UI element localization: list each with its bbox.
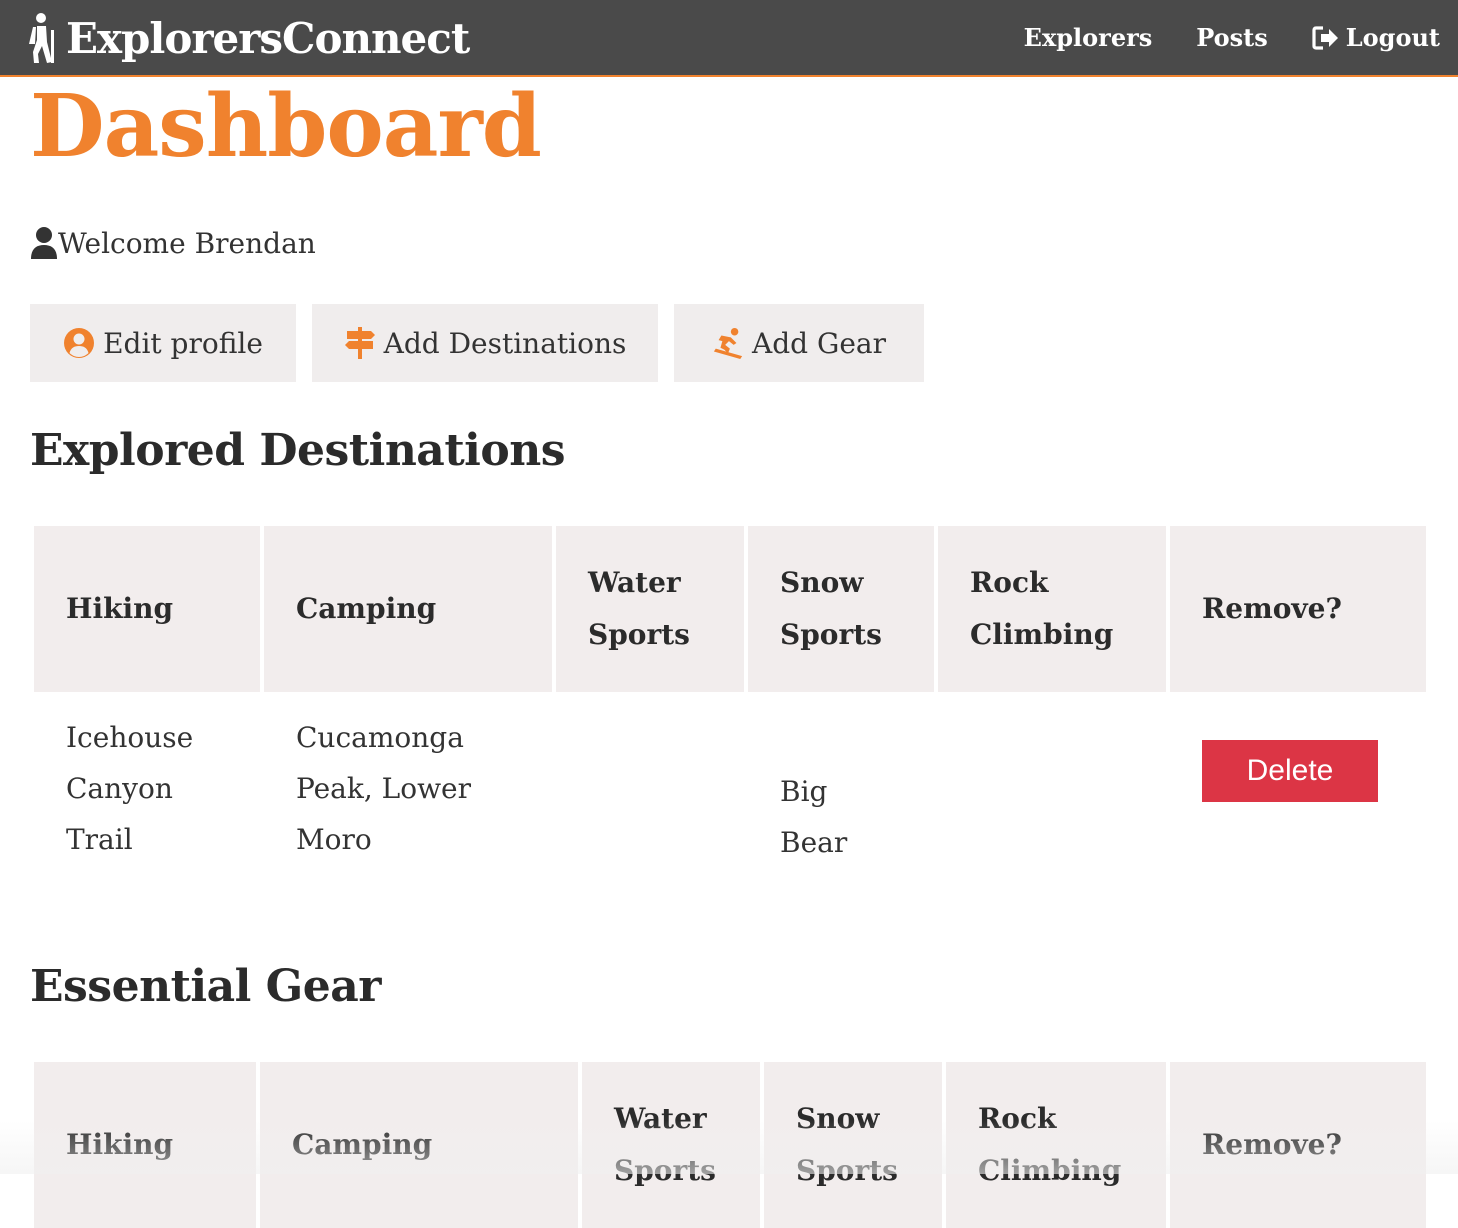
welcome-message: Welcome Brendan (30, 226, 316, 260)
table-header-row: Hiking Camping Water Sports Snow Sports … (34, 526, 1426, 692)
cell-camping: Cucamonga Peak, Lower Moro (296, 721, 471, 856)
cell-remove: Delete (1170, 692, 1426, 922)
table-header-row: Hiking Camping Water Sports Snow Sports … (34, 1062, 1426, 1228)
column-header-hiking: Hiking (34, 526, 260, 692)
column-header-remove: Remove? (1170, 1062, 1426, 1228)
cell-snow-sports: Big Bear (780, 775, 848, 859)
nav-logout-link[interactable]: Logout (1312, 23, 1440, 52)
sign-out-icon (1312, 25, 1338, 50)
column-header-snow-sports: Snow Sports (764, 1062, 942, 1228)
column-header-water-sports: Water Sports (556, 526, 744, 692)
table-row: Icehouse Canyon Trail Cucamonga Peak, Lo… (34, 692, 1426, 922)
hiker-icon (29, 13, 54, 63)
nav-explorers-label: Explorers (1023, 23, 1153, 52)
essential-gear-heading: Essential Gear (30, 961, 381, 1012)
brand-name: ExplorersConnect (66, 13, 470, 63)
edit-profile-button[interactable]: Edit profile (30, 304, 296, 382)
cell-rock-climbing (938, 692, 1166, 922)
user-icon (31, 227, 57, 259)
nav-logout-label: Logout (1345, 23, 1440, 52)
add-destinations-button[interactable]: Add Destinations (312, 304, 658, 382)
gear-table: Hiking Camping Water Sports Snow Sports … (30, 1062, 1430, 1228)
user-circle-icon (64, 328, 95, 358)
nav-posts-label: Posts (1196, 23, 1268, 52)
add-gear-button[interactable]: Add Gear (674, 304, 924, 382)
nav-explorers-link[interactable]: Explorers (1024, 23, 1153, 52)
cell-hiking: Icehouse Canyon Trail (66, 721, 194, 856)
column-header-remove: Remove? (1170, 526, 1426, 692)
action-buttons: Edit profile Add Destinations Add Gear (30, 304, 940, 382)
brand-link[interactable]: ExplorersConnect (20, 10, 470, 66)
explored-destinations-heading: Explored Destinations (30, 425, 565, 476)
add-destinations-label: Add Destinations (383, 326, 627, 360)
add-gear-label: Add Gear (752, 326, 886, 360)
nav-posts-link[interactable]: Posts (1196, 23, 1268, 52)
column-header-water-sports: Water Sports (582, 1062, 760, 1228)
edit-profile-label: Edit profile (103, 326, 263, 360)
column-header-hiking: Hiking (34, 1062, 256, 1228)
column-header-rock-climbing: Rock Climbing (946, 1062, 1166, 1228)
signpost-icon (344, 327, 375, 359)
column-header-snow-sports: Snow Sports (748, 526, 934, 692)
column-header-rock-climbing: Rock Climbing (938, 526, 1166, 692)
page-title: Dashboard (30, 76, 542, 177)
navbar: ExplorersConnect Explorers Posts Logout (0, 0, 1458, 77)
snowboarding-icon (713, 327, 743, 359)
destinations-table: Hiking Camping Water Sports Snow Sports … (30, 526, 1430, 922)
nav-links: Explorers Posts Logout (980, 0, 1440, 75)
delete-button[interactable]: Delete (1202, 740, 1378, 802)
welcome-text: Welcome Brendan (58, 226, 316, 260)
column-header-camping: Camping (264, 526, 552, 692)
cell-water-sports (556, 692, 744, 922)
column-header-camping: Camping (260, 1062, 578, 1228)
